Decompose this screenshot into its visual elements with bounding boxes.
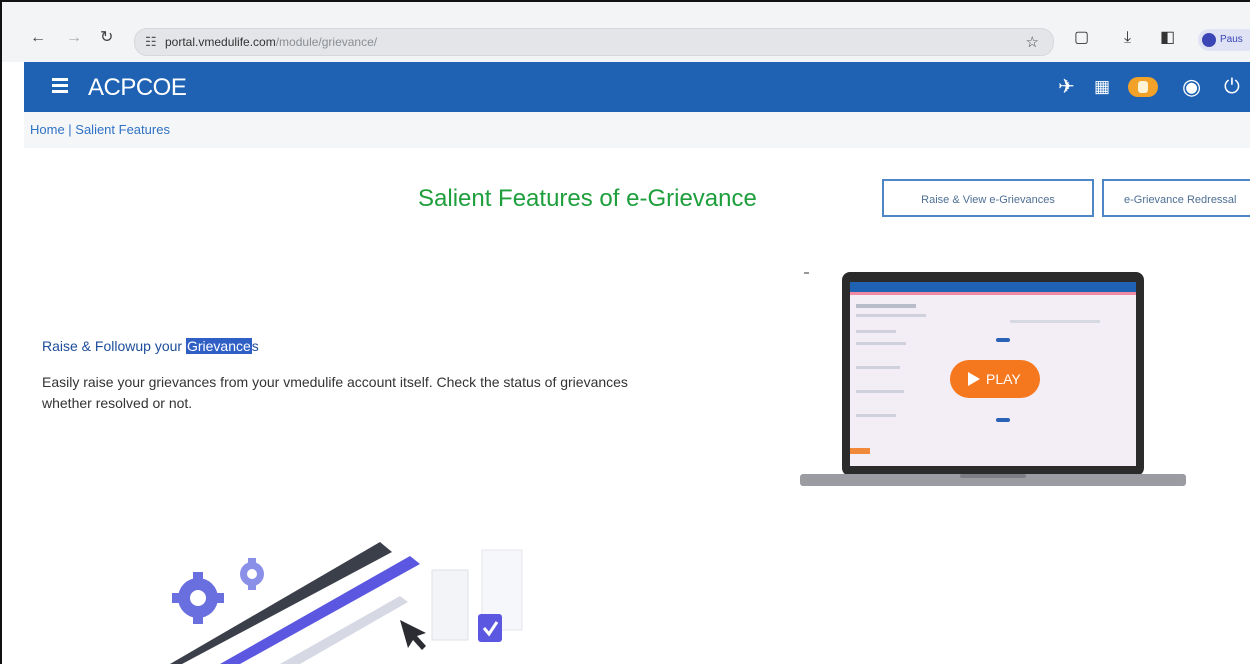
brand-title: ACPCOE [88,74,187,101]
avatar [1202,33,1216,47]
address-bar[interactable]: ☷ portal.vmedulife.com/module/grievance/… [134,28,1054,56]
screen-line [856,414,896,417]
apps-grid-icon[interactable]: ▦ [1094,76,1110,98]
profile-button[interactable]: Paus [1198,29,1250,51]
screen-appbar [850,282,1136,292]
cursor-icon [400,620,426,650]
url-text: portal.vmedulife.com/module/grievance/ [165,35,378,49]
laptop-notch [960,474,1026,478]
power-icon[interactable]: ⏻ [1224,76,1240,98]
screen-toggle [996,418,1010,422]
reload-icon[interactable]: ↻ [100,30,113,46]
raise-view-grievances-button[interactable]: Raise & View e-Grievances [882,179,1094,217]
profile-label: Paus [1220,34,1243,45]
breadcrumb-text[interactable]: Home | Salient Features [30,122,170,137]
breadcrumb: Home | Salient Features [24,112,1250,148]
menu-icon[interactable] [52,78,68,94]
screen-line [1010,320,1100,323]
checkbox-icon [478,614,502,642]
screen-accent-line [850,292,1136,295]
document-sheet [431,569,469,641]
screen-border-left [0,0,2,664]
app-header: ACPCOE ✈ ▦ ◉ ⏻ [24,62,1250,112]
rocket-icon[interactable]: ✈ [1058,76,1075,98]
gear-icon [172,572,224,624]
page-title: Salient Features of e-Grievance [418,185,757,212]
grievance-redressal-button[interactable]: e-Grievance Redressal [1102,179,1250,217]
screen-line [856,390,904,393]
bookmark-star-icon[interactable]: ☆ [1026,33,1039,51]
screen-line [856,366,900,369]
screen-line [856,304,916,308]
forward-icon[interactable]: → [66,30,82,46]
user-account-icon[interactable]: ◉ [1182,76,1201,98]
side-panel-icon[interactable]: ◧ [1160,30,1175,46]
site-info-icon[interactable]: ☷ [145,34,157,50]
screen-line [856,314,926,317]
download-icon[interactable]: ⤓ [1124,30,1131,46]
back-icon[interactable]: ← [30,30,46,46]
screen-line [856,330,896,333]
grievance-illustration [170,542,523,664]
feature-title: Raise & Followup your Grievances [42,338,259,354]
play-label: PLAY [986,371,1021,387]
screen-line [856,342,906,345]
screen-toggle [996,338,1010,342]
browser-toolbar: ← → ↻ ☷ portal.vmedulife.com/module/grie… [2,2,1250,62]
badge-icon[interactable] [1128,77,1158,97]
screen-tag [850,448,870,454]
extensions-icon[interactable]: ▢ [1074,30,1089,46]
feature-description: Easily raise your grievances from your v… [42,374,628,411]
gear-icon [240,558,264,590]
video-player[interactable]: PLAY [800,270,1186,490]
